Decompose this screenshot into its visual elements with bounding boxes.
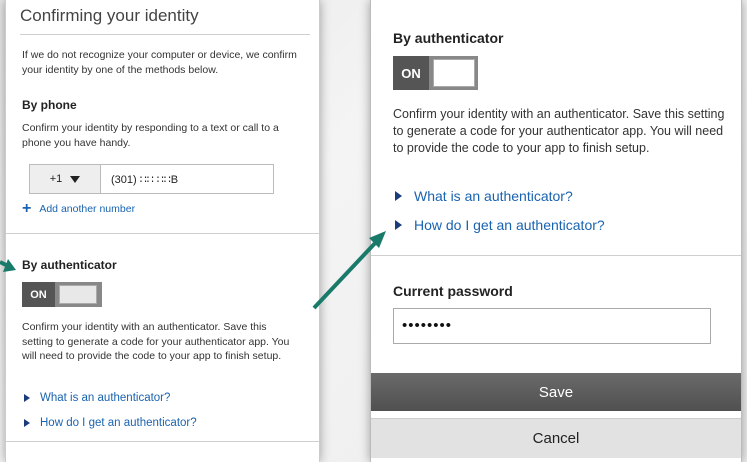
link-label: How do I get an authenticator?: [40, 417, 197, 429]
authenticator-description: Confirm your identity with an authentica…: [22, 321, 290, 362]
authenticator-toggle[interactable]: ON: [22, 282, 102, 307]
toggle-on-label: ON: [393, 56, 429, 90]
triangle-right-icon: [24, 394, 30, 402]
divider: [20, 34, 310, 35]
phone-number-value[interactable]: (301) ∷∷ ∷∷B: [111, 173, 178, 186]
plus-icon: +: [22, 200, 32, 217]
toggle-knob: [433, 59, 475, 87]
how-get-authenticator-link[interactable]: How do I get an authenticator?: [395, 217, 605, 233]
dropdown-arrow-icon: [70, 175, 81, 183]
cancel-button[interactable]: Cancel: [371, 418, 741, 458]
page-title: Confirming your identity: [20, 6, 199, 25]
authenticator-toggle[interactable]: ON: [393, 56, 478, 90]
current-password-input[interactable]: ••••••••: [393, 308, 711, 344]
how-get-authenticator-link[interactable]: How do I get an authenticator?: [24, 417, 197, 429]
save-button[interactable]: Save: [371, 373, 741, 411]
toggle-on-label: ON: [22, 282, 55, 307]
what-is-authenticator-link[interactable]: What is an authenticator?: [24, 392, 170, 404]
divider: [6, 233, 319, 234]
triangle-right-icon: [24, 419, 30, 427]
divider: [6, 441, 319, 442]
country-code-select[interactable]: +1: [30, 165, 101, 193]
phone-field: +1 (301) ∷∷ ∷∷B: [29, 164, 274, 194]
country-code-value: +1: [49, 173, 63, 185]
triangle-right-icon: [395, 220, 402, 230]
link-label: What is an authenticator?: [40, 392, 171, 404]
add-number-label: Add another number: [39, 203, 136, 215]
intro-text: If we do not recognize your computer or …: [22, 49, 297, 76]
authenticator-heading: By authenticator: [393, 30, 504, 46]
authenticator-heading: By authenticator: [22, 258, 117, 272]
what-is-authenticator-link[interactable]: What is an authenticator?: [395, 188, 573, 204]
authenticator-description: Confirm your identity with an authentica…: [393, 107, 725, 155]
link-label: How do I get an authenticator?: [414, 217, 605, 233]
triangle-right-icon: [395, 191, 402, 201]
add-number-link[interactable]: + Add another number: [22, 200, 136, 217]
right-panel: By authenticator ON Confirm your identit…: [370, 0, 742, 462]
divider: [371, 255, 741, 256]
phone-description: Confirm your identity by responding to a…: [22, 122, 279, 149]
toggle-knob: [59, 285, 97, 304]
phone-heading: By phone: [22, 98, 77, 112]
link-label: What is an authenticator?: [414, 188, 573, 204]
current-password-label: Current password: [393, 283, 513, 299]
left-panel: Confirming your identity If we do not re…: [5, 0, 320, 462]
